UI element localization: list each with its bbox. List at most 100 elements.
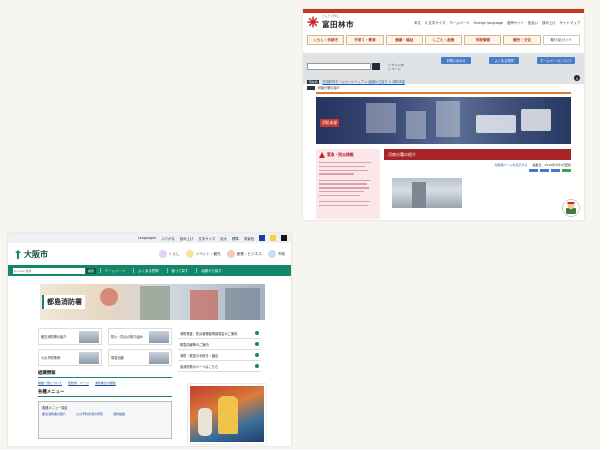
util-link[interactable]: 色合い: [528, 20, 538, 25]
org-links: 組織一覧について 警防係：ページ 消防救急の相談: [38, 381, 172, 385]
util-link[interactable]: Q 文字サイズ: [425, 20, 446, 25]
main-nav: くらし イベント・観光 産業・ビジネス 市政: [158, 250, 285, 258]
utility-bar: Languages ふりがな 読み上げ 文字サイズ 拡大 標準 背景色: [8, 233, 291, 243]
tile[interactable]: 緊急出動: [108, 349, 172, 366]
nav-item-events[interactable]: イベント・観光: [185, 250, 221, 258]
search-input[interactable]: [307, 63, 371, 70]
util-link[interactable]: ホームページ: [449, 20, 469, 25]
menu-link[interactable]: 都島消防署の紹介: [42, 412, 66, 416]
close-icon[interactable]: ×: [574, 75, 580, 81]
logo-text: 富田林市: [322, 19, 354, 29]
share-button[interactable]: [540, 169, 549, 172]
hero-banner: 都島消防署: [8, 284, 291, 326]
nav-item[interactable]: 子育て・教育: [346, 35, 384, 45]
breadcrumb: 現在地 富田林市ホームページトップ > 組織から探す > 消防本部: [307, 79, 580, 84]
util-link[interactable]: 拡大: [220, 236, 227, 241]
mascot-icon[interactable]: [562, 199, 580, 217]
brand-text: 大阪市: [24, 249, 48, 259]
nav-item[interactable]: しごと・産業: [424, 35, 463, 45]
green-link[interactable]: ホームページ: [100, 268, 129, 273]
tile-thumbnail: [79, 351, 99, 364]
about-button[interactable]: ホームページについて: [537, 57, 575, 64]
org-link[interactable]: 警防係：ページ: [68, 381, 89, 385]
arrow-icon: [255, 331, 259, 335]
menu-link[interactable]: 火災予防条例の周知: [76, 412, 103, 416]
list-item[interactable]: 消防検査、防災管理者等講習会のご案内: [178, 328, 261, 339]
menu-header: 各種メニュー項目: [42, 406, 68, 410]
util-link[interactable]: 読み上げ: [180, 236, 194, 241]
tondabayashi-webpage: とん だ ばやし 富田林市 本文 Q 文字サイズ ホームページ Foreign …: [303, 9, 584, 220]
section-title-menu: 各種メニュー: [38, 389, 172, 397]
site-logo[interactable]: 大阪市: [14, 249, 48, 260]
divider: [316, 92, 571, 94]
search-button[interactable]: [372, 63, 380, 70]
city-emblem-icon: [15, 249, 21, 259]
station-photo: [392, 178, 462, 208]
green-link[interactable]: よくある質問: [133, 268, 162, 273]
green-link[interactable]: 組織から探す: [196, 268, 225, 273]
tile-thumbnail: [149, 351, 169, 364]
list-item[interactable]: 消防・救急の手続き・届出: [178, 350, 261, 361]
header: 大阪市 くらし イベント・観光 産業・ビジネス 市政: [8, 243, 291, 265]
nav-item[interactable]: 観光・文化: [503, 35, 541, 45]
contact-button[interactable]: お問い合わせ: [441, 57, 471, 64]
warning-icon: [319, 152, 325, 158]
color-swatch-black[interactable]: [281, 235, 287, 241]
green-link[interactable]: 使って探す: [166, 268, 193, 273]
util-link[interactable]: 本文: [414, 20, 421, 25]
nav-guide-button[interactable]: 駆け足ガイド: [542, 35, 580, 45]
tile[interactable]: 防火・防災の取り組み: [108, 328, 172, 345]
util-link[interactable]: 背景色: [244, 236, 254, 241]
print-link[interactable]: 印刷用ページを表示する: [495, 163, 528, 167]
color-swatch-yellow[interactable]: [270, 235, 276, 241]
tile-thumbnail: [149, 330, 169, 343]
list-item[interactable]: 救急情報等のご案内: [178, 339, 261, 350]
header: とん だ ばやし 富田林市 本文 Q 文字サイズ ホームページ Foreign …: [303, 13, 584, 32]
left-column: 都島消防署の紹介 防火・防災の取り組み 火災予防条例 緊急出動 組織情報 組織一…: [38, 328, 172, 439]
share-button[interactable]: [529, 169, 538, 172]
nav-item-business[interactable]: 産業・ビジネス: [226, 250, 262, 258]
content-area: 緊急・防災情報 河南分署の紹介 印刷用ページを表示する 掲載日：2016年4月1…: [303, 144, 584, 219]
nav-item-city[interactable]: 市政: [267, 250, 285, 258]
org-link[interactable]: 消防救急の相談: [95, 381, 116, 385]
nav-item-life[interactable]: くらし: [158, 250, 180, 258]
util-link[interactable]: 標準: [232, 236, 239, 241]
arrow-icon: [255, 342, 259, 346]
share-buttons: [384, 169, 571, 172]
tile[interactable]: 火災予防条例: [38, 349, 102, 366]
breadcrumb-link[interactable]: 富田林市ホームページトップ > 組織から探す > 消防本部: [322, 79, 405, 84]
tile[interactable]: 都島消防署の紹介: [38, 328, 102, 345]
emergency-heading[interactable]: 緊急・防災情報: [319, 152, 377, 158]
life-icon: [158, 250, 167, 258]
page-title: 河南分署の紹介: [384, 149, 571, 160]
util-link[interactable]: 読み上げ: [542, 20, 556, 25]
util-link[interactable]: サイトマップ: [560, 20, 580, 25]
share-button[interactable]: [551, 169, 560, 172]
color-swatch-blue[interactable]: [259, 235, 265, 241]
nav-item[interactable]: 健康・福祉: [385, 35, 423, 45]
util-link[interactable]: Foreign language: [474, 21, 503, 25]
global-nav: くらし・手続き 子育て・教育 健康・福祉 しごと・産業 市政情報 観光・文化 駆…: [303, 32, 584, 48]
nav-item[interactable]: くらし・手続き: [307, 35, 345, 45]
fire-safety-poster: [188, 384, 266, 444]
util-link[interactable]: 音声サイト: [507, 20, 524, 25]
search-button[interactable]: 検索: [86, 267, 96, 274]
list-item[interactable]: 各消防署のページはこちら: [178, 361, 261, 372]
nav-item[interactable]: 市政情報: [464, 35, 502, 45]
breadcrumb-tag: [307, 85, 315, 90]
tile-thumbnail: [79, 330, 99, 343]
city-icon: [267, 250, 276, 258]
share-button[interactable]: [562, 169, 571, 172]
city-emblem-icon: [307, 16, 319, 28]
faq-button[interactable]: よくある質問: [489, 57, 519, 64]
org-link[interactable]: 組織一覧について: [38, 381, 62, 385]
search-scope-radio[interactable]: ○ サイト内 ○ ページ: [388, 63, 404, 71]
util-link[interactable]: 文字サイズ: [198, 236, 215, 241]
utility-links: 本文 Q 文字サイズ ホームページ Foreign language 音声サイト…: [414, 20, 580, 26]
menu-link[interactable]: 消防組織: [113, 412, 125, 416]
search-input[interactable]: Google 提供: [13, 267, 85, 274]
emergency-text: [319, 162, 377, 207]
util-link[interactable]: Languages: [138, 236, 157, 240]
util-link[interactable]: ふりがな: [161, 236, 175, 241]
site-logo[interactable]: とん だ ばやし 富田林市: [307, 15, 354, 29]
